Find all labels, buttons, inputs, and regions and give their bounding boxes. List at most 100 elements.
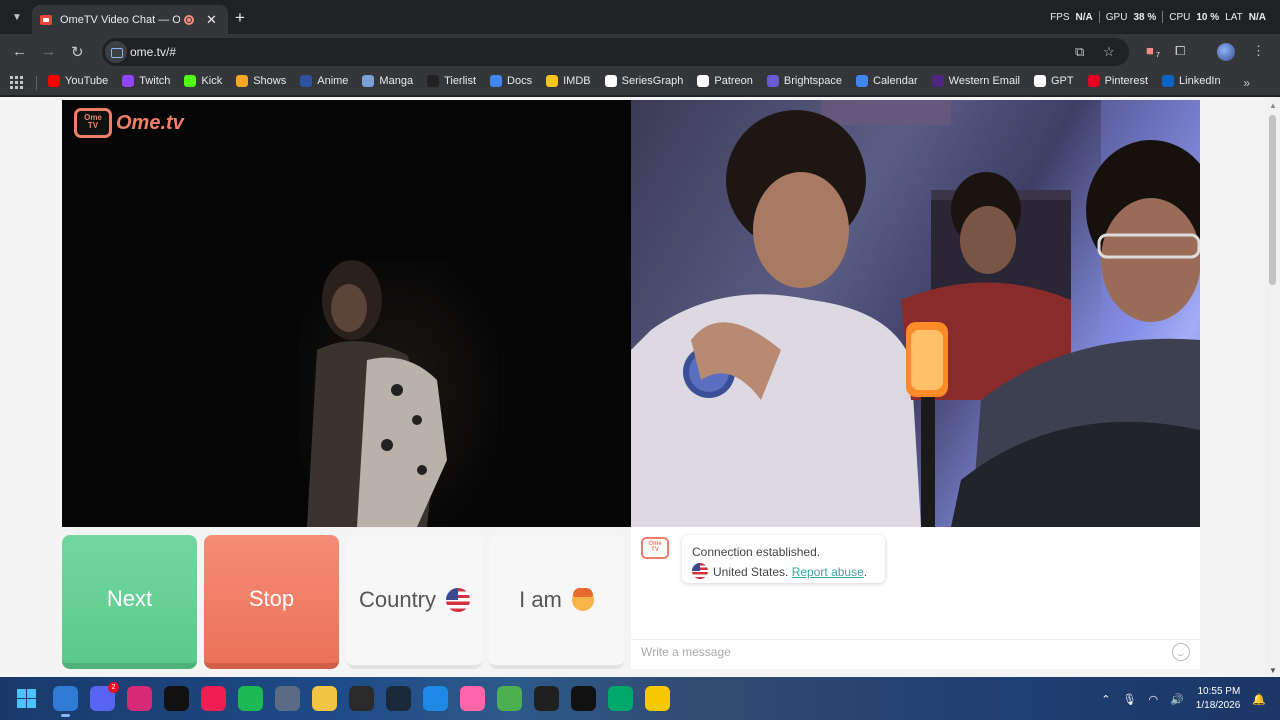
taskbar-capcut-icon[interactable] [571, 686, 596, 711]
ometv-chat-logo-icon: Ome TV [641, 537, 669, 559]
apps-grid-icon[interactable] [10, 76, 23, 89]
forward-arrow-icon[interactable]: → [41, 43, 56, 60]
microphone-icon[interactable]: 🎙 [1123, 693, 1137, 706]
taskbar-file-explorer-icon[interactable] [312, 686, 337, 711]
bookmark-label: IMDB [563, 75, 591, 87]
bookmark-label: Twitch [139, 75, 171, 87]
bookmark-calendar[interactable]: Calendar [856, 75, 918, 87]
bookmark-imdb[interactable]: IMDB [546, 75, 591, 87]
page-scrollbar[interactable]: ▲ ▼ [1265, 97, 1280, 677]
taskbar-epic-games-icon[interactable] [349, 686, 374, 711]
taskbar-instagram-icon[interactable] [127, 686, 152, 711]
install-app-icon[interactable]: ⧉ [1075, 44, 1084, 60]
bookmark-pinterest[interactable]: Pinterest [1087, 75, 1149, 87]
scroll-up-icon[interactable]: ▲ [1269, 101, 1277, 110]
country-label: Country [358, 587, 437, 612]
pinterest-icon [1087, 75, 1100, 87]
tab-search-chevron-icon[interactable]: ▼ [6, 7, 28, 27]
country-button[interactable]: Country [347, 535, 482, 669]
clock-time: 10:55 PM [1197, 686, 1241, 697]
discord-badge: 2 [108, 682, 119, 693]
taskbar-app-mask-icon[interactable] [534, 686, 559, 711]
address-bar[interactable]: ome.tv/# ⧉ ☆ [102, 38, 1129, 66]
bookmark-brightspace[interactable]: Brightspace [766, 75, 842, 87]
bookmark-label: Kick [201, 75, 223, 87]
taskbar-chrome-icon[interactable] [53, 686, 78, 717]
extension-icon[interactable]: ■ [1146, 43, 1154, 58]
report-suffix: . [863, 565, 868, 579]
stop-button[interactable]: Stop [204, 535, 339, 669]
bookmark-label: Pinterest [1104, 75, 1149, 87]
url-text[interactable]: ome.tv/# [130, 45, 176, 59]
bookmark-docs[interactable]: Docs [490, 75, 532, 87]
bookmark-shows[interactable]: Shows [236, 75, 286, 87]
taskbar-steam-icon[interactable] [386, 686, 411, 711]
ometv-logo[interactable]: Ome TV Ome.tv [74, 108, 184, 138]
volume-icon[interactable]: 🔊 [1170, 693, 1184, 706]
bookmark-linkedin[interactable]: LinkedIn [1162, 75, 1221, 87]
taskbar-osu-icon[interactable] [460, 686, 485, 711]
recording-indicator-icon [184, 14, 194, 25]
taskbar-app-green-icon[interactable] [608, 686, 633, 711]
bookmark-patreon[interactable]: Patreon [697, 75, 753, 87]
tab-ometv[interactable]: OmeTV Video Chat — Ome ✕ [32, 5, 228, 34]
show-hidden-icons-icon[interactable]: ⌃ [1101, 693, 1110, 706]
taskbar-app-blue-icon[interactable] [423, 686, 448, 711]
system-tray: ⌃ 🎙 ◠ 🔊 10:55 PM 1/18/2026 🔔 [1101, 685, 1266, 713]
next-button[interactable]: Next [62, 535, 197, 669]
bookmark-list: YouTube Twitch Kick Shows Anime Manga Tierlist… [48, 75, 1235, 87]
taskbar-app-colorful-icon[interactable] [497, 686, 522, 711]
more-bookmarks-icon[interactable]: » [1243, 76, 1250, 90]
tab-close-icon[interactable]: ✕ [206, 12, 217, 28]
taskbar-tiktok-alt-icon[interactable] [201, 686, 226, 711]
boy-avatar-icon [571, 588, 594, 611]
fps-value: N/A [1075, 11, 1093, 23]
extensions-puzzle-icon[interactable]: ⧠ [1175, 43, 1185, 59]
reload-icon[interactable]: ↻ [71, 43, 84, 61]
logo-text: Ome.tv [116, 111, 184, 134]
bookmark-twitch[interactable]: Twitch [122, 75, 170, 87]
wifi-icon[interactable]: ◠ [1148, 693, 1158, 706]
message-input[interactable] [641, 645, 1161, 659]
lat-label: LAT [1225, 11, 1243, 23]
windows-start-icon[interactable] [17, 689, 36, 708]
taskbar-settings-icon[interactable] [275, 686, 300, 711]
site-info-icon[interactable] [105, 41, 127, 63]
bookmark-youtube[interactable]: YouTube [48, 75, 108, 87]
scroll-down-icon[interactable]: ▼ [1269, 666, 1277, 675]
taskbar-app-yellow-icon[interactable] [645, 686, 670, 711]
bookmark-western-email[interactable]: Western Email [931, 75, 1020, 87]
divider [631, 639, 1200, 640]
next-label: Next [106, 586, 153, 611]
emoji-icon[interactable] [1172, 643, 1190, 661]
bookmark-label: GPT [1050, 75, 1074, 87]
bookmark-manga[interactable]: Manga [362, 75, 413, 87]
bookmark-gpt[interactable]: GPT [1033, 75, 1074, 87]
clock-date: 1/18/2026 [1195, 700, 1241, 711]
partner-country: United States. [713, 565, 789, 579]
profile-avatar[interactable] [1217, 43, 1235, 61]
taskbar-spotify-icon[interactable] [238, 686, 263, 711]
back-arrow-icon[interactable]: ← [12, 43, 27, 60]
bookmark-tierlist[interactable]: Tierlist [427, 75, 476, 87]
bookmark-anime[interactable]: Anime [300, 75, 348, 87]
clock[interactable]: 10:55 PM 1/18/2026 [1196, 685, 1241, 713]
scroll-thumb[interactable] [1269, 115, 1276, 285]
notifications-icon[interactable]: 🔔 [1252, 693, 1266, 706]
menu-kebab-icon[interactable]: ⋮ [1252, 43, 1265, 59]
browser-toolbar: ← → ↻ ome.tv/# ⧉ ☆ ■ 7 ⧠ ⋮ [0, 34, 1280, 70]
bookmark-kick[interactable]: Kick [184, 75, 222, 87]
bookmark-label: Manga [379, 75, 414, 87]
patreon-icon [697, 75, 710, 87]
taskbar-tiktok-icon[interactable] [164, 686, 189, 711]
bookmark-label: Shows [253, 75, 287, 87]
logo-badge: Ome TV [84, 113, 102, 130]
gender-button[interactable]: I am [489, 535, 624, 669]
report-abuse-link[interactable]: Report abuse [792, 565, 864, 579]
bookmark-label: YouTube [65, 75, 109, 87]
new-tab-button[interactable]: + [235, 8, 245, 28]
taskbar-discord-icon[interactable]: 2 [90, 682, 119, 711]
iam-label: I am [519, 587, 562, 612]
bookmark-seriesgraph[interactable]: SeriesGraph [604, 75, 683, 87]
bookmark-star-icon[interactable]: ☆ [1103, 44, 1115, 60]
